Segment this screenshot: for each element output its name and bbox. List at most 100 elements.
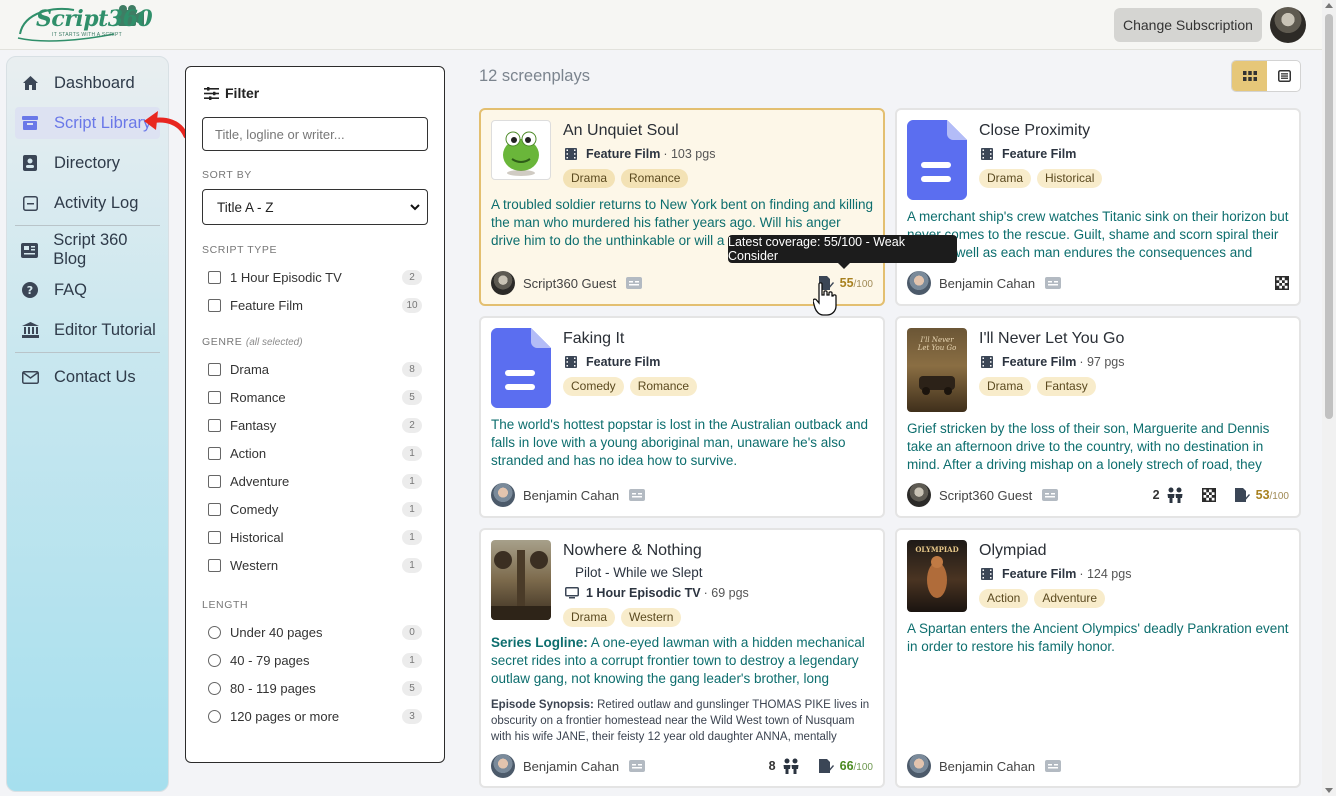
checkbox[interactable]	[208, 298, 221, 312]
script-title[interactable]: I'll Never Let You Go	[979, 330, 1124, 348]
checkbox[interactable]	[208, 418, 221, 432]
sidebar-item-editor-tutorial[interactable]: Editor Tutorial	[15, 314, 160, 346]
author-name[interactable]: Benjamin Cahan	[939, 759, 1035, 774]
coverage-icon	[1234, 487, 1250, 503]
genre-tag: Historical	[1037, 169, 1103, 188]
screenplay-card[interactable]: An Unquiet Soul Feature Film · 103 pgs Dr…	[479, 108, 885, 306]
checkbox[interactable]	[208, 362, 221, 376]
user-avatar[interactable]	[1270, 7, 1306, 43]
sidebar-item-faq[interactable]: ? FAQ	[15, 274, 160, 306]
checkbox[interactable]	[208, 474, 221, 488]
scroll-up-arrow-icon[interactable]	[1325, 3, 1333, 8]
grid-view-button[interactable]	[1232, 61, 1267, 91]
script-title[interactable]: Nowhere & Nothing	[563, 542, 702, 560]
page-scrollbar[interactable]	[1322, 0, 1336, 796]
genre-option[interactable]: Romance 5	[208, 387, 422, 407]
author-name[interactable]: Benjamin Cahan	[939, 276, 1035, 291]
card-badges: 2 53/100	[1153, 483, 1289, 507]
screenplay-card[interactable]: Close Proximity Feature Film Drama Histo…	[895, 108, 1301, 306]
screenplay-card[interactable]: Faking It Feature Film Comedy Romance Th…	[479, 316, 885, 518]
page-count: · 97 pgs	[1079, 355, 1125, 369]
author-name[interactable]: Script360 Guest	[523, 276, 616, 291]
home-icon	[21, 74, 39, 92]
checkbox[interactable]	[208, 446, 221, 460]
genre-option[interactable]: Fantasy 2	[208, 415, 422, 435]
scroll-thumb[interactable]	[1325, 14, 1333, 419]
sort-value: Title A - Z	[217, 199, 274, 215]
coverage-score[interactable]: 66/100	[840, 759, 873, 773]
genre-tags: Drama Historical	[979, 169, 1103, 188]
envelope-icon	[21, 368, 39, 386]
count-badge: 1	[402, 445, 422, 461]
sidebar-item-contact-us[interactable]: Contact Us	[15, 361, 160, 393]
coverage-score[interactable]: 53/100	[1256, 488, 1289, 502]
genre-tags: Drama Romance	[563, 169, 689, 188]
activity-icon	[21, 194, 39, 212]
search-input[interactable]: Title, logline or writer...	[202, 117, 428, 151]
score-max: /100	[1269, 491, 1289, 502]
id-card-icon	[1042, 489, 1059, 501]
sidebar-item-label: Dashboard	[54, 73, 135, 92]
sidebar-item-dashboard[interactable]: Dashboard	[15, 67, 160, 99]
script-type-option[interactable]: 1 Hour Episodic TV 2	[208, 267, 422, 287]
length-option[interactable]: Under 40 pages 0	[208, 622, 422, 642]
sidebar-item-blog[interactable]: Script 360 Blog	[15, 231, 160, 268]
series-logline: Series Logline: A one-eyed lawman with a…	[491, 634, 873, 688]
checkbox[interactable]	[208, 270, 221, 284]
script-title[interactable]: An Unquiet Soul	[563, 122, 679, 140]
script360-logo[interactable]: Script360 IT STARTS WITH A SCRIPT	[14, 4, 153, 44]
option-label: 80 - 119 pages	[230, 680, 316, 696]
genre-option[interactable]: Historical 1	[208, 527, 422, 547]
logline: A Spartan enters the Ancient Olympics' d…	[907, 621, 1289, 654]
checkbox[interactable]	[208, 390, 221, 404]
script-title[interactable]: Close Proximity	[979, 122, 1090, 140]
svg-text:I'll Never: I'll Never	[919, 336, 954, 344]
genre-tags: Drama Western	[563, 608, 682, 627]
option-label: Western	[230, 557, 279, 573]
people-count: 8	[768, 759, 776, 773]
genre-option[interactable]: Action 1	[208, 443, 422, 463]
checkered-flag-icon	[1201, 488, 1216, 502]
logo-text: Script360	[36, 6, 153, 32]
screenplay-card[interactable]: OLYMPIAD Olympiad Feature Film · 124 pgs …	[895, 528, 1301, 788]
author-name[interactable]: Benjamin Cahan	[523, 488, 619, 503]
sidebar-item-activity-log[interactable]: Activity Log	[15, 187, 160, 219]
scroll-down-arrow-icon[interactable]	[1325, 788, 1333, 793]
script-meta: Feature Film · 124 pgs	[981, 567, 1131, 581]
coverage-icon	[818, 758, 834, 774]
script-type-option[interactable]: Feature Film 10	[208, 295, 422, 315]
script-title[interactable]: Faking It	[563, 330, 624, 348]
author-name[interactable]: Script360 Guest	[939, 488, 1032, 503]
length-option[interactable]: 40 - 79 pages 1	[208, 650, 422, 670]
sidebar-item-directory[interactable]: Directory	[15, 147, 160, 179]
genre-tag: Drama	[979, 377, 1032, 396]
author-name[interactable]: Benjamin Cahan	[523, 759, 619, 774]
screenplay-card[interactable]: I'll Never Let You Go I'll Never Let You …	[895, 316, 1301, 518]
length-option[interactable]: 80 - 119 pages 5	[208, 678, 422, 698]
script-title[interactable]: Olympiad	[979, 542, 1047, 560]
checkbox[interactable]	[208, 530, 221, 544]
svg-text:OLYMPIAD: OLYMPIAD	[915, 545, 958, 554]
change-subscription-button[interactable]: Change Subscription	[1114, 8, 1262, 42]
sidebar-item-script-library[interactable]: Script Library	[15, 107, 160, 139]
radio-button[interactable]	[208, 653, 221, 667]
screenplay-card[interactable]: Nowhere & Nothing Pilot - While we Slept…	[479, 528, 885, 788]
radio-button[interactable]	[208, 709, 221, 723]
card-footer: Benjamin Cahan	[491, 483, 873, 507]
radio-button[interactable]	[208, 681, 221, 695]
logline: The world's hottest popstar is lost in t…	[491, 417, 869, 468]
checkbox[interactable]	[208, 502, 221, 516]
checkbox[interactable]	[208, 558, 221, 572]
hand-cursor-icon	[813, 282, 837, 316]
option-label: Romance	[230, 389, 286, 405]
sort-select[interactable]: Title A - Z	[202, 189, 428, 225]
bank-icon	[21, 321, 39, 339]
genre-option[interactable]: Adventure 1	[208, 471, 422, 491]
sliders-icon	[204, 86, 219, 100]
genre-option[interactable]: Comedy 1	[208, 499, 422, 519]
list-view-button[interactable]	[1267, 61, 1300, 91]
genre-option[interactable]: Western 1	[208, 555, 422, 575]
length-option[interactable]: 120 pages or more 3	[208, 706, 422, 726]
radio-button[interactable]	[208, 625, 221, 639]
genre-option[interactable]: Drama 8	[208, 359, 422, 379]
